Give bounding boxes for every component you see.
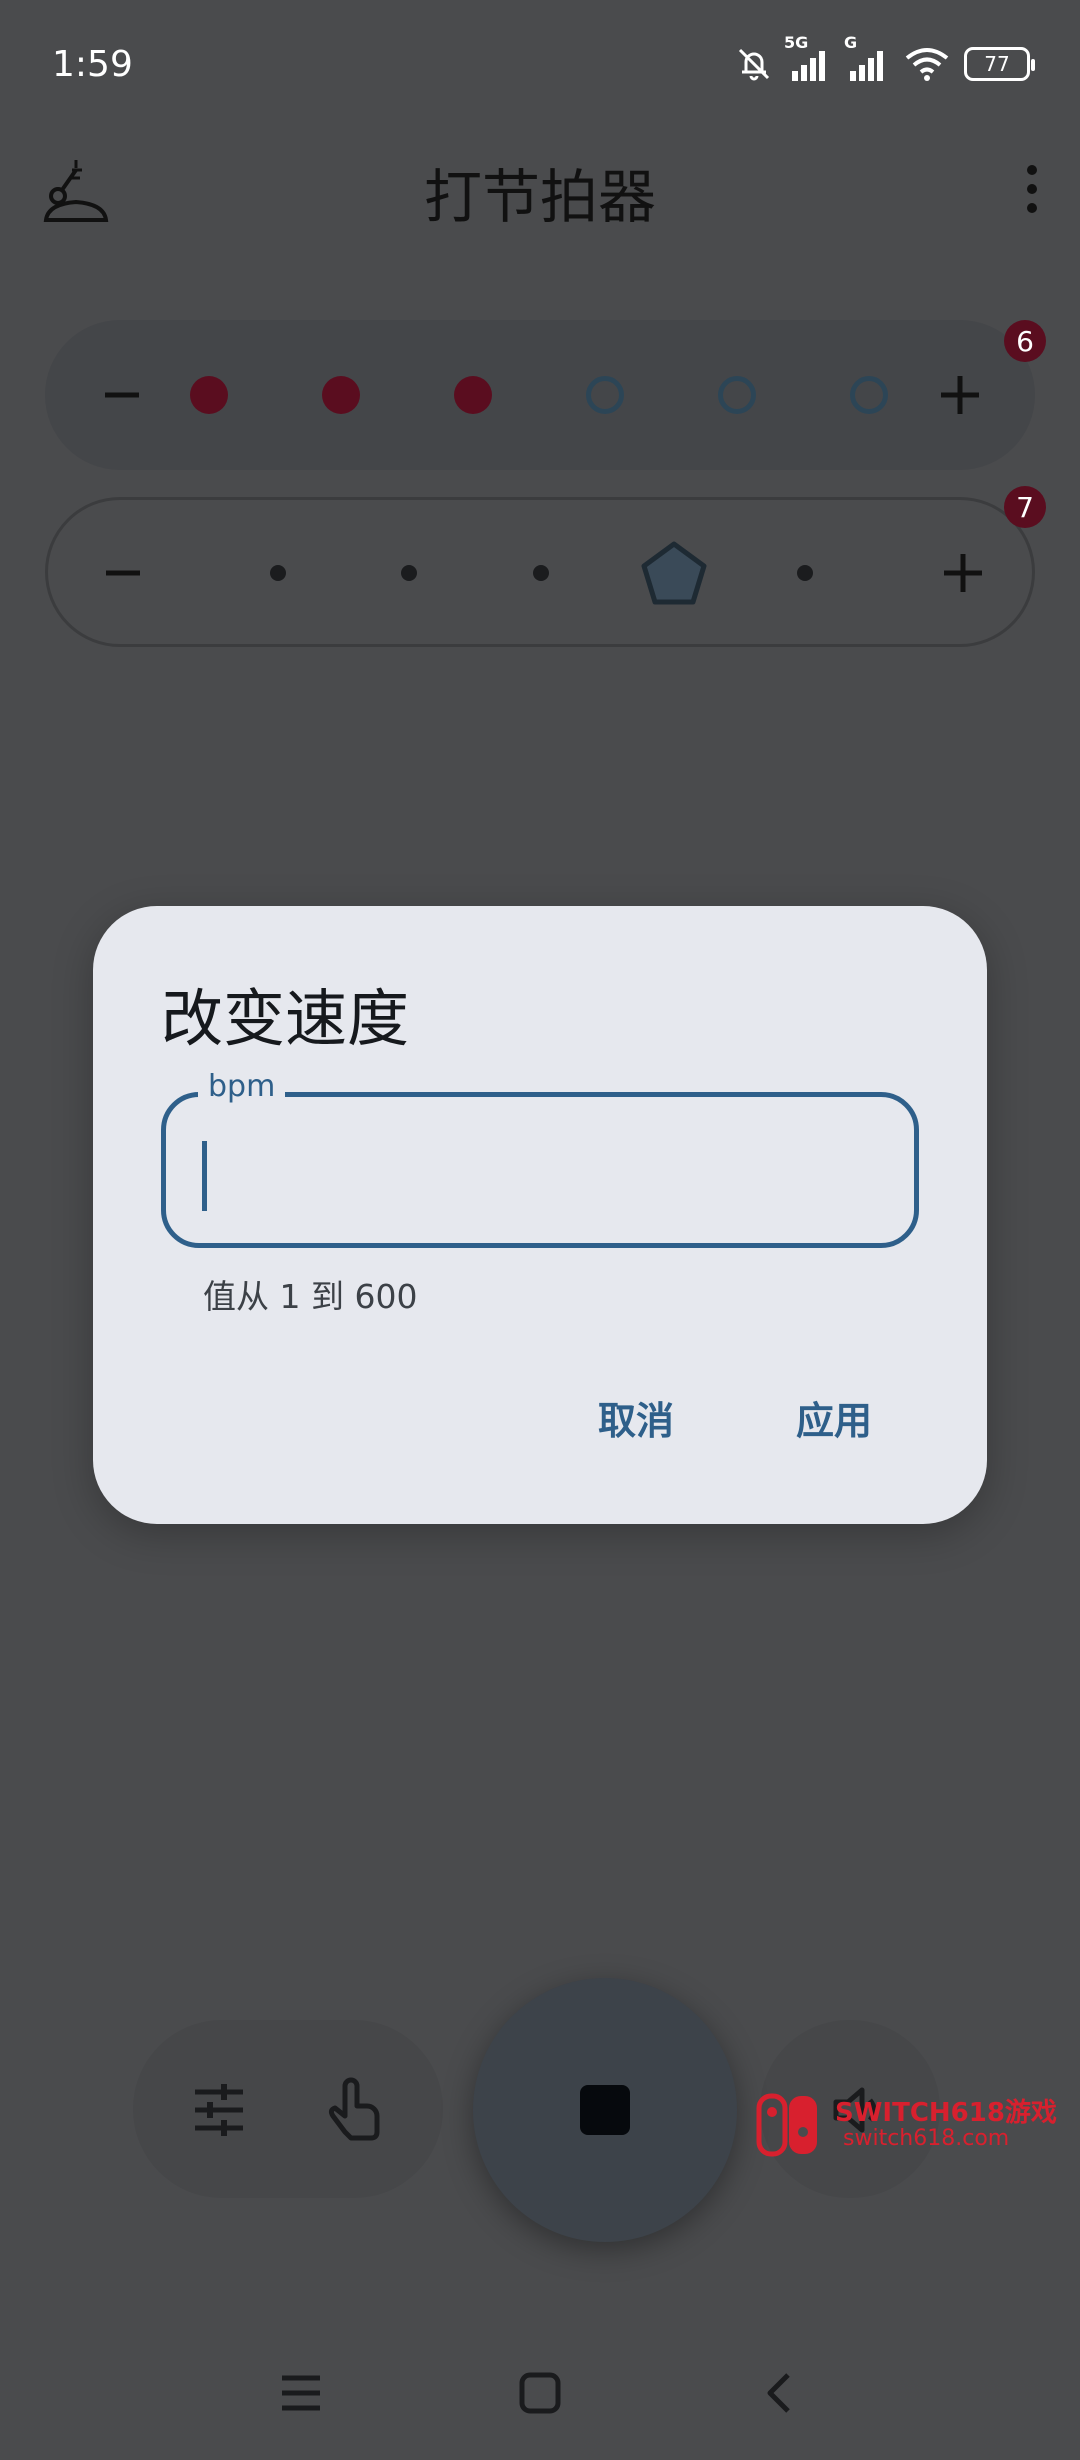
dialog-title: 改变速度 bbox=[161, 982, 410, 1055]
home-icon[interactable] bbox=[517, 2370, 563, 2416]
beat-count-badge: 6 bbox=[1004, 320, 1046, 362]
bpm-field-label: bpm bbox=[198, 1069, 286, 1104]
watermark-title: SWITCH618游戏 bbox=[835, 2098, 1057, 2128]
beat-dot-normal[interactable] bbox=[586, 376, 624, 414]
system-nav-bar bbox=[0, 2330, 1080, 2460]
network-type-label-2: G bbox=[844, 33, 858, 52]
signal-bars-icon bbox=[792, 51, 825, 81]
plus-icon[interactable] bbox=[938, 548, 988, 598]
cancel-button[interactable]: 取消 bbox=[598, 1390, 674, 1445]
back-icon[interactable] bbox=[758, 2370, 804, 2416]
signal-bars-icon-2 bbox=[850, 51, 883, 81]
subdivision-row bbox=[45, 497, 1035, 647]
switch-logo-icon bbox=[756, 2093, 817, 2157]
status-icons: 5G G 77 bbox=[734, 33, 1035, 86]
bpm-helper-text: 值从 1 到 600 bbox=[203, 1277, 418, 1316]
touch-icon[interactable] bbox=[323, 2076, 383, 2142]
battery-indicator: 77 bbox=[964, 47, 1035, 81]
battery-level: 77 bbox=[984, 52, 1010, 76]
subdivision-dot[interactable] bbox=[533, 565, 549, 581]
accent-beat-row bbox=[45, 320, 1035, 470]
bpm-input[interactable]: bpm bbox=[161, 1069, 919, 1248]
change-tempo-dialog: 改变速度 bpm 值从 1 到 600 取消 应用 bbox=[93, 906, 987, 1524]
minus-icon[interactable] bbox=[97, 370, 147, 420]
minus-icon[interactable] bbox=[98, 548, 148, 598]
subdivision-dot[interactable] bbox=[270, 565, 286, 581]
tune-icon[interactable] bbox=[191, 2082, 247, 2138]
pentagon-active-icon[interactable] bbox=[638, 538, 710, 610]
beat-dot-accent[interactable] bbox=[454, 376, 492, 414]
text-cursor bbox=[202, 1141, 207, 1211]
status-time: 1:59 bbox=[52, 44, 133, 85]
beat-dot-normal[interactable] bbox=[718, 376, 756, 414]
subdivision-dot[interactable] bbox=[797, 565, 813, 581]
subdivision-dot[interactable] bbox=[401, 565, 417, 581]
menu-icon[interactable] bbox=[278, 2370, 324, 2416]
signal-g: G bbox=[844, 33, 890, 81]
wifi-icon bbox=[905, 48, 949, 81]
app-title: 打节拍器 bbox=[423, 163, 656, 231]
plus-icon[interactable] bbox=[935, 370, 985, 420]
bottom-left-controls bbox=[133, 2020, 443, 2198]
mute-bell-icon bbox=[738, 48, 770, 81]
subdivision-count-badge: 7 bbox=[1004, 486, 1046, 528]
network-type-label: 5G bbox=[784, 33, 809, 52]
watermark-url: switch618.com bbox=[843, 2126, 1010, 2151]
status-bar: 1:59 5G G 77 bbox=[0, 0, 1080, 130]
beat-dot-accent[interactable] bbox=[190, 376, 228, 414]
stop-icon bbox=[580, 2085, 630, 2135]
signal-5g: 5G bbox=[784, 33, 832, 81]
beat-dot-normal[interactable] bbox=[850, 376, 888, 414]
apply-button[interactable]: 应用 bbox=[796, 1390, 872, 1445]
play-stop-button[interactable] bbox=[473, 1978, 737, 2242]
more-vert-icon[interactable] bbox=[1012, 162, 1052, 216]
watermark: SWITCH618游戏 switch618.com bbox=[755, 2090, 1065, 2160]
beat-dot-accent[interactable] bbox=[322, 376, 360, 414]
